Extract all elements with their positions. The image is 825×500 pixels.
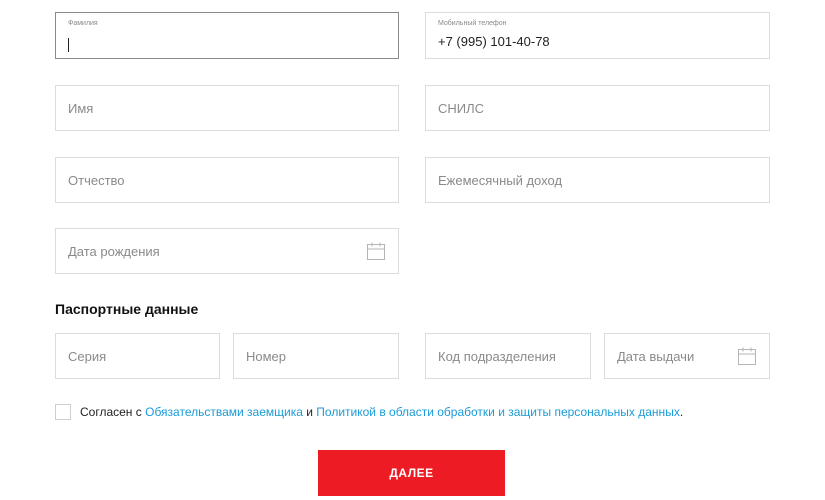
issue-date-placeholder: Дата выдачи	[617, 348, 695, 364]
surname-label: Фамилия	[68, 20, 98, 27]
monthly-income-field[interactable]: Ежемесячный доход	[425, 157, 770, 203]
first-name-placeholder: Имя	[68, 100, 94, 116]
privacy-policy-link[interactable]: Политикой в области обработки и защиты п…	[316, 405, 680, 419]
text-cursor	[68, 38, 69, 52]
next-button[interactable]: ДАЛЕЕ	[318, 450, 505, 496]
calendar-icon[interactable]	[366, 241, 386, 261]
passport-number-placeholder: Номер	[246, 348, 287, 364]
first-name-field[interactable]: Имя	[55, 85, 399, 131]
division-code-field[interactable]: Код подразделения	[425, 333, 591, 379]
consent-checkbox[interactable]	[55, 404, 71, 420]
birth-date-field[interactable]: Дата рождения	[55, 228, 399, 274]
snils-placeholder: СНИЛС	[438, 100, 485, 116]
surname-field[interactable]: Фамилия	[55, 12, 399, 59]
consent-prefix: Согласен с	[80, 405, 146, 419]
passport-series-field[interactable]: Серия	[55, 333, 220, 379]
patronymic-field[interactable]: Отчество	[55, 157, 399, 203]
birth-date-placeholder: Дата рождения	[68, 243, 160, 259]
consent-suffix: .	[679, 405, 684, 419]
passport-section-title: Паспортные данные	[55, 301, 199, 317]
monthly-income-placeholder: Ежемесячный доход	[438, 172, 563, 188]
mobile-phone-value: +7 (995) 101-40-78	[438, 34, 550, 49]
snils-field[interactable]: СНИЛС	[425, 85, 770, 131]
borrower-obligations-link[interactable]: Обязательствами заемщика	[145, 405, 303, 419]
division-code-placeholder: Код подразделения	[438, 348, 556, 364]
passport-number-field[interactable]: Номер	[233, 333, 399, 379]
mobile-phone-label: Мобильный телефон	[438, 20, 507, 27]
calendar-icon[interactable]	[737, 346, 757, 366]
passport-series-placeholder: Серия	[68, 348, 107, 364]
patronymic-placeholder: Отчество	[68, 172, 125, 188]
issue-date-field[interactable]: Дата выдачи	[604, 333, 770, 379]
mobile-phone-field[interactable]: Мобильный телефон +7 (995) 101-40-78	[425, 12, 770, 59]
consent-middle: и	[302, 405, 317, 419]
consent-text: Согласен с Обязательствами заемщика и По…	[80, 404, 683, 420]
